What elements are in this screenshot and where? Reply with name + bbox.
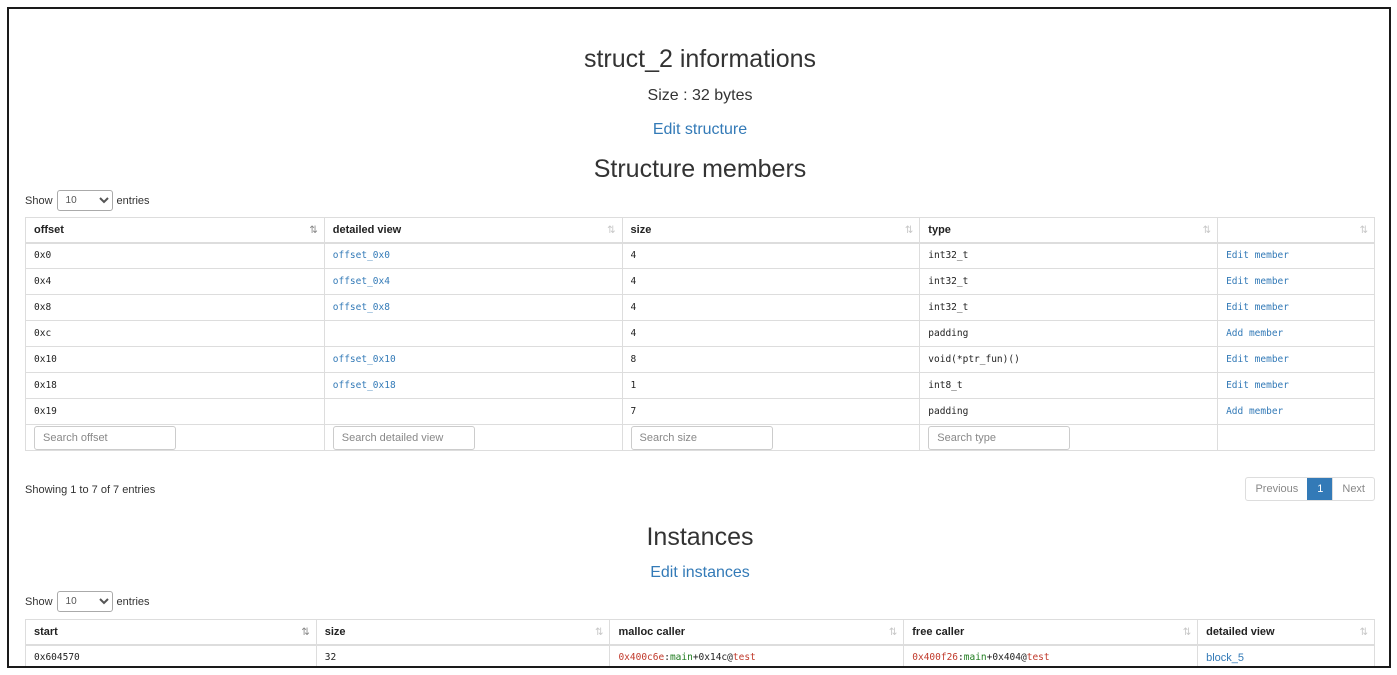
member-action-link[interactable]: Edit member bbox=[1226, 354, 1289, 365]
type-cell: padding bbox=[919, 398, 1219, 425]
sort-icon: ⇅ bbox=[1182, 627, 1192, 638]
sort-asc-icon: ⇅ bbox=[309, 225, 318, 236]
type-cell: void(*ptr_fun)() bbox=[919, 346, 1219, 373]
col-detailed-view[interactable]: detailed view ⇅ bbox=[323, 217, 623, 244]
offset-cell: 0x10 bbox=[25, 346, 325, 373]
pagination-previous[interactable]: Previous bbox=[1246, 478, 1307, 500]
table-row: 0x10 offset_0x10 8 void(*ptr_fun)() Edit… bbox=[25, 346, 1375, 373]
sort-icon: ⇅ bbox=[607, 225, 616, 236]
table-row: 0x8 offset_0x8 4 int32_t Edit member bbox=[25, 294, 1375, 321]
detail-link[interactable]: offset_0x4 bbox=[333, 276, 390, 287]
offset-cell: 0x19 bbox=[25, 398, 325, 425]
instances-header-row: start ⇅ size ⇅ malloc caller ⇅ free caller ⇅… bbox=[25, 619, 1375, 646]
member-action-link[interactable]: Add member bbox=[1226, 406, 1283, 417]
empty-search-cell bbox=[1217, 424, 1375, 451]
pagination-next[interactable]: Next bbox=[1332, 478, 1374, 500]
malloc-caller-cell: 0x400c6e:main+0x14c@test bbox=[609, 644, 905, 666]
page-title: struct_2 informations bbox=[583, 45, 817, 73]
entries-label: entries bbox=[116, 595, 150, 608]
sort-icon: ⇅ bbox=[1202, 225, 1212, 236]
sort-icon: ⇅ bbox=[904, 225, 914, 236]
start-cell: 0x604570 bbox=[25, 644, 317, 666]
type-cell: int32_t bbox=[919, 268, 1219, 295]
size-cell: 32 bbox=[315, 644, 611, 666]
members-length-control: Show 10 entries bbox=[25, 190, 150, 211]
struct-size: Size : 32 bytes bbox=[647, 87, 753, 104]
edit-instances-link[interactable]: Edit instances bbox=[650, 564, 750, 581]
sort-icon: ⇅ bbox=[595, 627, 604, 638]
search-type-input[interactable] bbox=[928, 425, 1071, 450]
col-offset[interactable]: offset ⇅ bbox=[25, 217, 325, 244]
member-action-link[interactable]: Edit member bbox=[1226, 250, 1289, 261]
instances-length-control: Show 10 entries bbox=[25, 591, 150, 612]
show-label: Show bbox=[25, 595, 53, 608]
sort-icon: ⇅ bbox=[1359, 627, 1369, 638]
col-free-caller[interactable]: free caller ⇅ bbox=[903, 619, 1199, 646]
edit-structure-link[interactable]: Edit structure bbox=[653, 121, 747, 138]
type-cell: int8_t bbox=[919, 372, 1219, 399]
free-caller-cell: 0x400f26:main+0x404@test bbox=[903, 644, 1199, 666]
page-frame: struct_2 informations Size : 32 bytes Ed… bbox=[7, 7, 1391, 668]
offset-cell: 0xc bbox=[25, 320, 325, 347]
member-action-link[interactable]: Edit member bbox=[1226, 302, 1289, 313]
members-header-row: offset ⇅ detailed view ⇅ size ⇅ type ⇅ ⇅ bbox=[25, 217, 1375, 244]
sort-asc-icon: ⇅ bbox=[301, 627, 310, 638]
member-action-link[interactable]: Edit member bbox=[1226, 276, 1289, 287]
table-row: 0x18 offset_0x18 1 int8_t Edit member bbox=[25, 372, 1375, 399]
size-cell: 4 bbox=[621, 320, 921, 347]
size-cell: 7 bbox=[621, 398, 921, 425]
size-cell: 4 bbox=[621, 294, 921, 321]
member-action-link[interactable]: Add member bbox=[1226, 328, 1283, 339]
table-row: 0xc 4 padding Add member bbox=[25, 320, 1375, 347]
instance-detail-link[interactable]: block_5 bbox=[1206, 652, 1244, 664]
search-detailed-view-input[interactable] bbox=[332, 425, 475, 450]
detail-link[interactable]: offset_0x10 bbox=[333, 354, 396, 365]
size-cell: 1 bbox=[621, 372, 921, 399]
offset-cell: 0x0 bbox=[25, 242, 325, 269]
type-cell: padding bbox=[919, 320, 1219, 347]
instances-table: start ⇅ size ⇅ malloc caller ⇅ free caller ⇅… bbox=[25, 619, 1375, 666]
table-row: 0x4 offset_0x4 4 int32_t Edit member bbox=[25, 268, 1375, 295]
search-row bbox=[25, 424, 1375, 451]
detail-link[interactable]: offset_0x8 bbox=[333, 302, 390, 313]
members-heading: Structure members bbox=[593, 155, 807, 183]
search-offset-input[interactable] bbox=[34, 425, 176, 450]
col-detailed-view[interactable]: detailed view ⇅ bbox=[1197, 619, 1375, 646]
col-start[interactable]: start ⇅ bbox=[25, 619, 317, 646]
detail-link[interactable]: offset_0x0 bbox=[333, 250, 390, 261]
members-table-info: Showing 1 to 7 of 7 entries bbox=[25, 484, 156, 496]
offset-cell: 0x8 bbox=[25, 294, 325, 321]
pagination-page-1[interactable]: 1 bbox=[1307, 478, 1333, 500]
size-cell: 8 bbox=[621, 346, 921, 373]
col-actions[interactable]: ⇅ bbox=[1217, 217, 1375, 244]
col-malloc-caller[interactable]: malloc caller ⇅ bbox=[609, 619, 905, 646]
size-cell: 4 bbox=[621, 268, 921, 295]
table-row: 0x0 offset_0x0 4 int32_t Edit member bbox=[25, 242, 1375, 269]
offset-cell: 0x4 bbox=[25, 268, 325, 295]
type-cell: int32_t bbox=[919, 242, 1219, 269]
col-size[interactable]: size ⇅ bbox=[315, 619, 611, 646]
instances-page-size-select[interactable]: 10 bbox=[56, 591, 113, 612]
table-row: 0x19 7 padding Add member bbox=[25, 398, 1375, 425]
members-pagination: Previous 1 Next bbox=[1245, 477, 1375, 501]
sort-icon: ⇅ bbox=[1359, 225, 1369, 236]
table-row: 0x604570 32 0x400c6e:main+0x14c@test 0x4… bbox=[25, 644, 1375, 666]
offset-cell: 0x18 bbox=[25, 372, 325, 399]
sort-icon: ⇅ bbox=[888, 627, 898, 638]
col-size[interactable]: size ⇅ bbox=[621, 217, 921, 244]
members-page-size-select[interactable]: 10 bbox=[56, 190, 113, 211]
entries-label: entries bbox=[116, 194, 150, 207]
size-cell: 4 bbox=[621, 242, 921, 269]
search-size-input[interactable] bbox=[630, 425, 773, 450]
members-table: offset ⇅ detailed view ⇅ size ⇅ type ⇅ ⇅ 0x0… bbox=[25, 217, 1375, 451]
member-action-link[interactable]: Edit member bbox=[1226, 380, 1289, 391]
col-type[interactable]: type ⇅ bbox=[919, 217, 1219, 244]
detail-link[interactable]: offset_0x18 bbox=[333, 380, 396, 391]
instances-heading: Instances bbox=[646, 523, 754, 551]
show-label: Show bbox=[25, 194, 53, 207]
type-cell: int32_t bbox=[919, 294, 1219, 321]
